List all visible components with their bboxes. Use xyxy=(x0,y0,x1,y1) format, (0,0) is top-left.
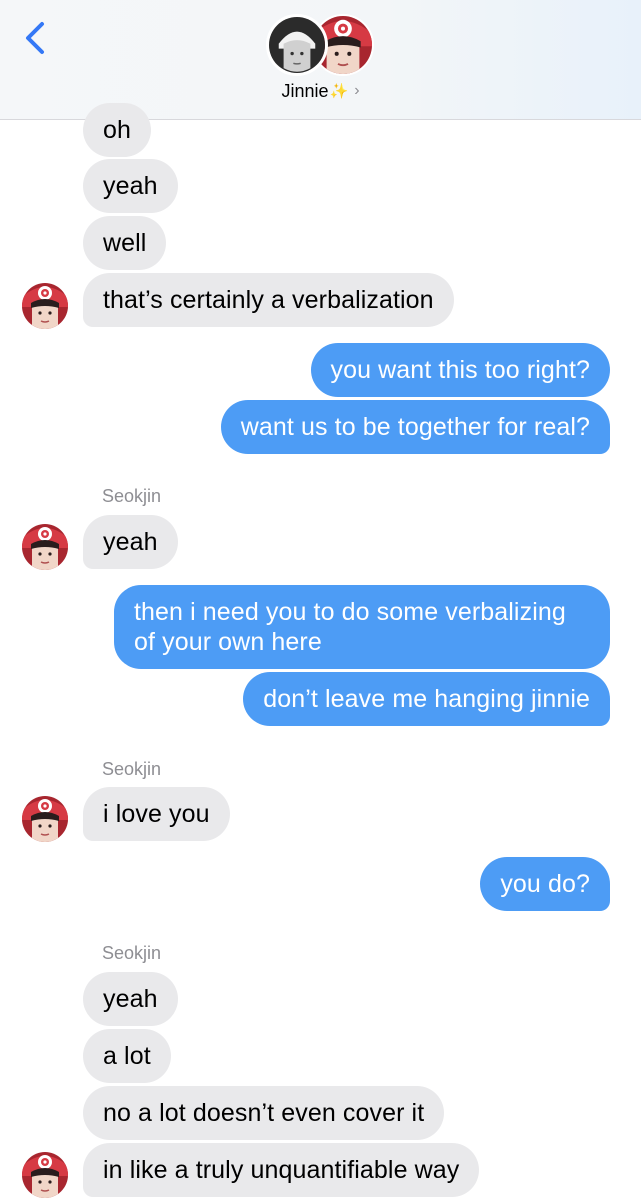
sender-name: Seokjin xyxy=(102,486,162,506)
sender-avatar[interactable] xyxy=(22,796,68,842)
sender-name: Seokjin xyxy=(102,943,162,963)
incoming-message[interactable]: well xyxy=(83,216,167,270)
incoming-message[interactable]: that’s certainly a verbalization xyxy=(83,273,454,327)
back-button[interactable] xyxy=(18,18,54,58)
outgoing-message[interactable]: you want this too right? xyxy=(310,343,610,397)
sender-name: Seokjin xyxy=(102,759,162,779)
incoming-message[interactable]: yeah xyxy=(83,159,178,213)
sender-avatar[interactable] xyxy=(22,524,68,570)
incoming-message[interactable]: yeah xyxy=(83,515,178,569)
contact-avatar-gray[interactable] xyxy=(266,14,328,76)
outgoing-message[interactable]: you do? xyxy=(480,857,610,911)
outgoing-message[interactable]: then i need you to do some verbalizing o… xyxy=(114,585,610,669)
sender-avatar[interactable] xyxy=(22,1152,68,1198)
contact-name: Jinnie xyxy=(281,80,329,101)
outgoing-message[interactable]: don’t leave me hanging jinnie xyxy=(243,672,610,726)
sender-avatar[interactable] xyxy=(22,283,68,329)
sparkle-icon: ✨ xyxy=(329,83,349,101)
contact-title[interactable]: Jinnie✨ › xyxy=(0,80,641,102)
chevron-right-icon: › xyxy=(354,82,360,100)
incoming-message[interactable]: yeah xyxy=(83,972,178,1026)
incoming-message[interactable]: in like a truly unquantifiable way xyxy=(83,1143,480,1197)
incoming-message[interactable]: i love you xyxy=(83,787,230,841)
incoming-message[interactable]: a lot xyxy=(83,1029,171,1083)
incoming-message[interactable]: oh xyxy=(83,103,152,157)
chevron-left-icon xyxy=(26,22,44,54)
chat-header: Jinnie✨ › xyxy=(0,0,641,120)
outgoing-message[interactable]: want us to be together for real? xyxy=(220,400,610,454)
incoming-message[interactable]: no a lot doesn’t even cover it xyxy=(83,1086,445,1140)
